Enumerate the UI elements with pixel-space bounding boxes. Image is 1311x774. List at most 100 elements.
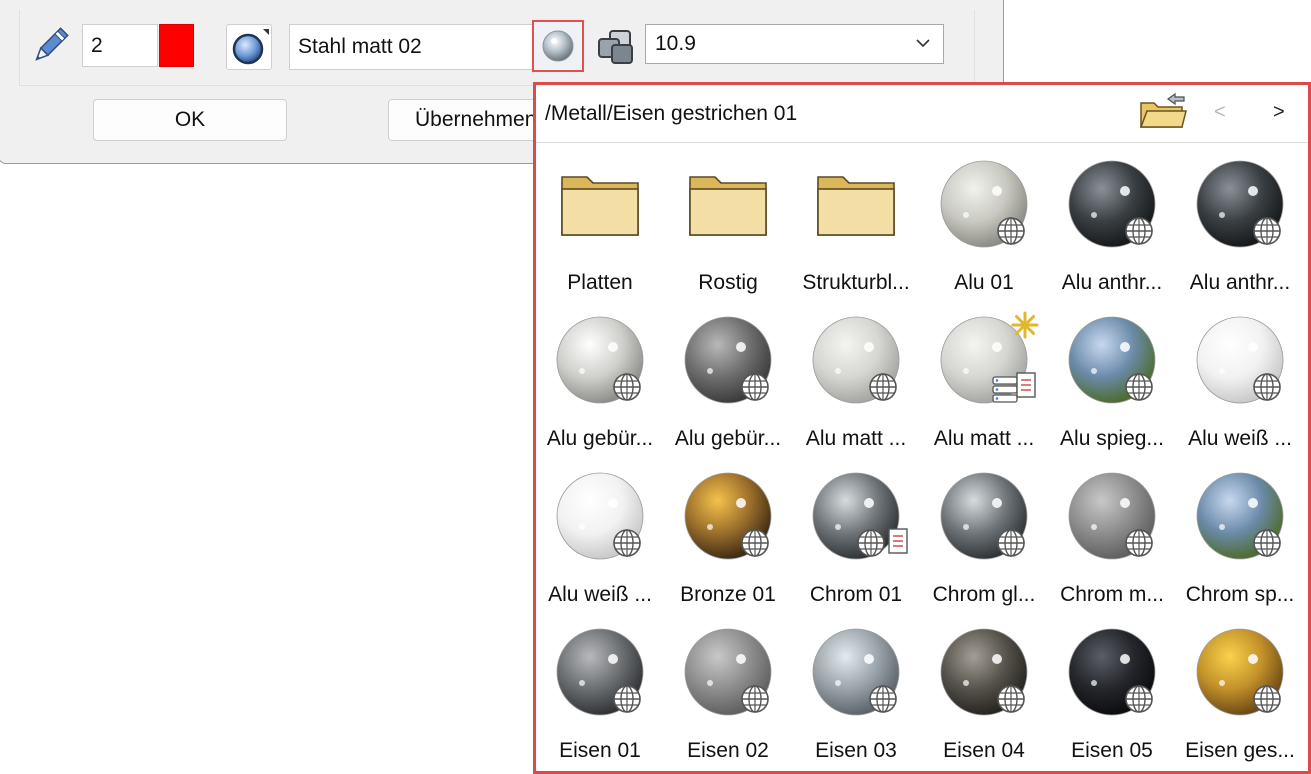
- material-sphere-icon: [1068, 316, 1156, 404]
- material-sphere-icon: [684, 316, 772, 404]
- material-tile-label: Alu spieg...: [1060, 427, 1164, 450]
- globe-icon: [997, 217, 1025, 245]
- globe-icon: [741, 373, 769, 401]
- folder-icon: [561, 176, 639, 236]
- globe-icon: [869, 373, 897, 401]
- globe-icon: [741, 529, 769, 557]
- material-sphere-icon: [556, 628, 644, 716]
- material-sphere-icon: [1068, 628, 1156, 716]
- previous-button[interactable]: <: [1214, 101, 1226, 124]
- database-icon: [992, 376, 1018, 403]
- pen-icon[interactable]: [28, 24, 72, 68]
- material-tile[interactable]: Platten: [536, 143, 664, 299]
- material-sphere-icon: [1068, 160, 1156, 248]
- material-tile-label: Eisen 03: [815, 739, 897, 762]
- material-sphere-icon: [1196, 628, 1284, 716]
- globe-icon: [997, 529, 1025, 557]
- material-picker-button[interactable]: [532, 20, 584, 72]
- material-tile-label: Alu 01: [954, 271, 1014, 294]
- material-tile-label: Eisen 01: [559, 739, 641, 762]
- material-name-field[interactable]: Stahl matt 02: [289, 24, 532, 70]
- material-sphere-icon: [1196, 316, 1284, 404]
- material-tile[interactable]: Bronze 01: [664, 455, 792, 611]
- globe-icon: [741, 685, 769, 713]
- material-tile[interactable]: Alu 01: [920, 143, 1048, 299]
- material-tile-label: Chrom gl...: [932, 583, 1036, 606]
- material-tile[interactable]: Alu matt ...: [792, 299, 920, 455]
- material-sphere-icon: [556, 316, 644, 404]
- material-tile-label: Bronze 01: [680, 583, 776, 606]
- material-tile[interactable]: Alu spieg...: [1048, 299, 1176, 455]
- globe-icon: [1125, 217, 1153, 245]
- new-star-icon: [1011, 311, 1039, 339]
- material-tile[interactable]: Alu anthr...: [1176, 143, 1304, 299]
- layers-icon[interactable]: [596, 28, 638, 66]
- surface-lens-button[interactable]: [226, 24, 272, 70]
- material-tile-label: Alu anthr...: [1189, 271, 1291, 294]
- material-tile[interactable]: Chrom sp...: [1176, 455, 1304, 611]
- next-button[interactable]: >: [1273, 101, 1285, 124]
- material-sphere-icon: [940, 160, 1028, 248]
- material-sphere-icon: [684, 472, 772, 560]
- material-tile-label: Eisen ges...: [1185, 739, 1295, 762]
- chevron-down-icon: [916, 39, 930, 48]
- material-tile[interactable]: Alu matt ...: [920, 299, 1048, 455]
- material-tile-label: Alu weiß ...: [1188, 427, 1292, 450]
- material-tile-label: Chrom m...: [1060, 583, 1164, 606]
- material-tile-label: Alu weiß ...: [548, 583, 652, 606]
- material-tile[interactable]: Eisen 04: [920, 611, 1048, 767]
- material-tile[interactable]: Alu gebür...: [536, 299, 664, 455]
- material-tile[interactable]: Chrom 01: [792, 455, 920, 611]
- document-icon: [1016, 372, 1036, 398]
- material-sphere-icon: [684, 628, 772, 716]
- globe-icon: [1125, 685, 1153, 713]
- pen-number-field[interactable]: 2: [82, 24, 158, 67]
- material-tile[interactable]: Alu anthr...: [1048, 143, 1176, 299]
- material-tile-label: Chrom 01: [809, 583, 903, 606]
- folder-up-icon[interactable]: [1138, 93, 1188, 131]
- material-tile[interactable]: Eisen 02: [664, 611, 792, 767]
- material-sphere-icon: [812, 628, 900, 716]
- material-tile[interactable]: Eisen 05: [1048, 611, 1176, 767]
- material-tile[interactable]: Eisen 01: [536, 611, 664, 767]
- globe-icon: [613, 685, 641, 713]
- material-tile[interactable]: Chrom gl...: [920, 455, 1048, 611]
- apply-button[interactable]: Übernehmen: [388, 99, 538, 141]
- lens-icon: [232, 29, 269, 65]
- material-tile[interactable]: Alu weiß ...: [1176, 299, 1304, 455]
- pen-color-swatch[interactable]: [159, 24, 194, 67]
- ok-button[interactable]: OK: [93, 99, 287, 141]
- globe-icon: [1253, 373, 1281, 401]
- material-tile[interactable]: Alu gebür...: [664, 299, 792, 455]
- folder-path: /Metall/Eisen gestrichen 01: [545, 102, 798, 125]
- material-sphere-icon: [542, 30, 574, 62]
- globe-icon: [869, 685, 897, 713]
- material-tile[interactable]: Chrom m...: [1048, 455, 1176, 611]
- material-tile-label: Strukturbl...: [802, 271, 910, 294]
- material-tile[interactable]: Alu weiß ...: [536, 455, 664, 611]
- material-sphere-icon: [812, 316, 900, 404]
- layer-dropdown-value: 10.9: [655, 32, 696, 55]
- material-tile[interactable]: Eisen 03: [792, 611, 920, 767]
- material-sphere-icon: [556, 472, 644, 560]
- material-tile[interactable]: Strukturbl...: [792, 143, 920, 299]
- material-sphere-icon: [812, 472, 908, 560]
- material-tile-label: Platten: [567, 271, 633, 294]
- material-tile[interactable]: Rostig: [664, 143, 792, 299]
- material-tile-label: Eisen 05: [1071, 739, 1153, 762]
- globe-icon: [997, 685, 1025, 713]
- material-tile-label: Alu anthr...: [1061, 271, 1163, 294]
- material-sphere-icon: [940, 472, 1028, 560]
- material-tile-label: Eisen 02: [687, 739, 769, 762]
- material-tile[interactable]: Eisen ges...: [1176, 611, 1304, 767]
- folder-icon: [817, 176, 895, 236]
- globe-icon: [1125, 373, 1153, 401]
- popup-header: /Metall/Eisen gestrichen 01 < >: [536, 85, 1308, 143]
- material-sphere-icon: [1196, 160, 1284, 248]
- document-icon: [888, 528, 908, 554]
- material-sphere-icon: [1196, 472, 1284, 560]
- globe-icon: [613, 373, 641, 401]
- layer-dropdown[interactable]: 10.9: [645, 24, 944, 64]
- material-sphere-icon: [940, 628, 1028, 716]
- material-tile-label: Chrom sp...: [1185, 583, 1295, 606]
